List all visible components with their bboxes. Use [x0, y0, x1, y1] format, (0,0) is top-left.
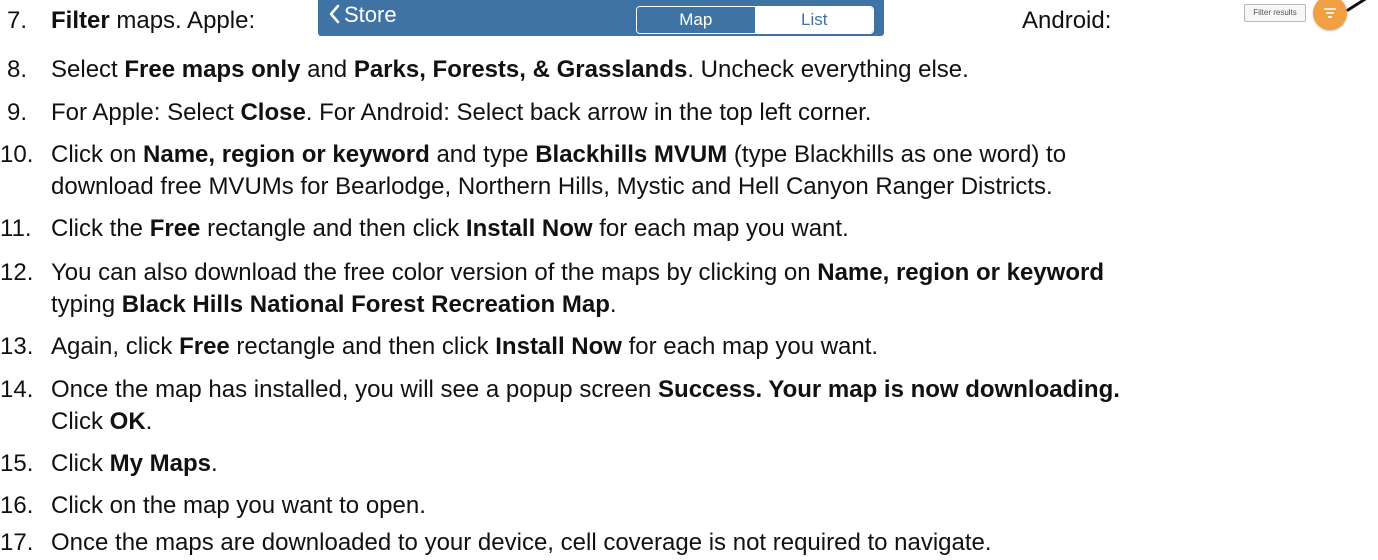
step-text: Once the maps are downloaded to your dev… — [51, 528, 992, 557]
step-text-plain: (type Blackhills as one word) to — [727, 141, 1067, 168]
map-list-segmented-control: Map List — [636, 6, 874, 34]
step-text: Once the map has installed, you will see… — [51, 375, 1120, 404]
pointer-arrow-icon — [1346, 0, 1367, 12]
step-text: download free MVUMs for Bearlodge, North… — [51, 172, 1053, 201]
step-text-bold: Blackhills MVUM — [535, 141, 728, 168]
step-text-bold: Name, region or keyword — [143, 141, 430, 168]
step-number: 11. — [0, 215, 32, 242]
step-text-plain: Again, click — [51, 333, 180, 360]
step-text-bold: Black Hills National Forest Recreation M… — [121, 291, 610, 318]
step-text-bold: Free — [179, 333, 230, 360]
step-text-plain: Click on the map you want to open. — [51, 492, 426, 519]
step-text-plain: Click on — [51, 141, 144, 168]
step-text-plain: maps. Apple: — [109, 7, 256, 34]
step-text-plain: rectangle and then click — [200, 215, 466, 242]
filter-funnel-icon — [849, 11, 869, 28]
step-text-plain: Click the — [51, 215, 150, 242]
step-text-plain: For Apple: Select — [51, 99, 241, 126]
step-text-plain: Click — [51, 450, 110, 477]
step-text-plain: . Uncheck everything else. — [687, 56, 969, 83]
step-text-plain: rectangle and then click — [229, 333, 496, 360]
step-text-bold: Install Now — [465, 215, 593, 242]
step-text-plain: and type — [429, 141, 536, 168]
chevron-left-icon — [329, 4, 340, 24]
step-number: 12. — [0, 259, 34, 286]
step-text-plain: Once the maps are downloaded to your dev… — [51, 529, 992, 556]
step-text-bold: Filter — [51, 7, 110, 34]
segment-map: Map — [637, 7, 756, 33]
step-text-plain: . — [609, 291, 617, 318]
step-text: Click on the map you want to open. — [51, 491, 426, 520]
step-text-plain: You can also download the free color ver… — [51, 259, 818, 286]
filter-results-button: Filter results — [1244, 4, 1306, 22]
step-text-plain: . — [145, 408, 153, 435]
step-text-plain: for each map you want. — [592, 215, 849, 242]
step-text-bold: My Maps — [109, 450, 212, 477]
step-text-plain: Once the map has installed, you will see… — [51, 376, 659, 403]
step-text-plain: and — [300, 56, 354, 83]
step-text: Filter maps. Apple: — [51, 6, 255, 35]
step-text-bold: Close — [240, 99, 306, 126]
step-text-bold: Parks, Forests, & Grasslands — [353, 56, 688, 83]
step-text: Click on Name, region or keyword and typ… — [51, 140, 1066, 169]
step-text: Click OK. — [51, 407, 152, 436]
step-number: 17. — [0, 529, 34, 556]
apple-back-button: Store — [328, 3, 397, 27]
step-number: 14. — [0, 376, 34, 403]
instruction-document: 7. Filter maps. Apple: Store Map List An… — [0, 0, 1378, 560]
step-7: 7. Filter maps. Apple: Store Map List An… — [0, 0, 1378, 36]
step-text-plain: . For Android: Select back arrow in the … — [305, 99, 872, 126]
step-text-plain: typing — [51, 291, 122, 318]
step-text: Select Free maps only and Parks, Forests… — [51, 55, 969, 84]
step-number: 15. — [0, 450, 34, 477]
step-text-bold: OK — [109, 408, 146, 435]
step-text-plain: Click — [51, 408, 110, 435]
step-text-plain: for each map you want. — [621, 333, 879, 360]
step-number: 10. — [0, 141, 34, 168]
step-text: Click My Maps. — [51, 449, 218, 478]
filter-lines-icon — [1324, 8, 1336, 18]
android-filter-screenshot: Filter results — [1218, 0, 1378, 36]
step-text-bold: Install Now — [495, 333, 622, 360]
step-text-plain: Select — [51, 56, 125, 83]
step-text-plain: . — [211, 450, 218, 477]
step-number: 16. — [0, 492, 34, 519]
step-text-bold: Free — [149, 215, 201, 242]
step-text-bold: Name, region or keyword — [817, 259, 1104, 286]
step-text: For Apple: Select Close. For Android: Se… — [51, 98, 871, 127]
android-label: Android: — [1022, 7, 1112, 34]
apple-store-toolbar-screenshot: Store Map List — [318, 0, 884, 36]
apple-back-label: Store — [344, 2, 397, 27]
step-text-bold: Free maps only — [124, 56, 301, 83]
step-number: 13. — [0, 333, 34, 360]
step-text: You can also download the free color ver… — [51, 258, 1104, 287]
step-text: Click the Free rectangle and then click … — [51, 214, 849, 243]
step-text-bold: Success. Your map is now downloading. — [658, 376, 1120, 403]
step-text-plain: download free MVUMs for Bearlodge, North… — [51, 173, 1053, 200]
android-filter-fab — [1313, 0, 1347, 30]
step-text: typing Black Hills National Forest Recre… — [51, 290, 617, 319]
step-text: Again, click Free rectangle and then cli… — [51, 332, 878, 361]
